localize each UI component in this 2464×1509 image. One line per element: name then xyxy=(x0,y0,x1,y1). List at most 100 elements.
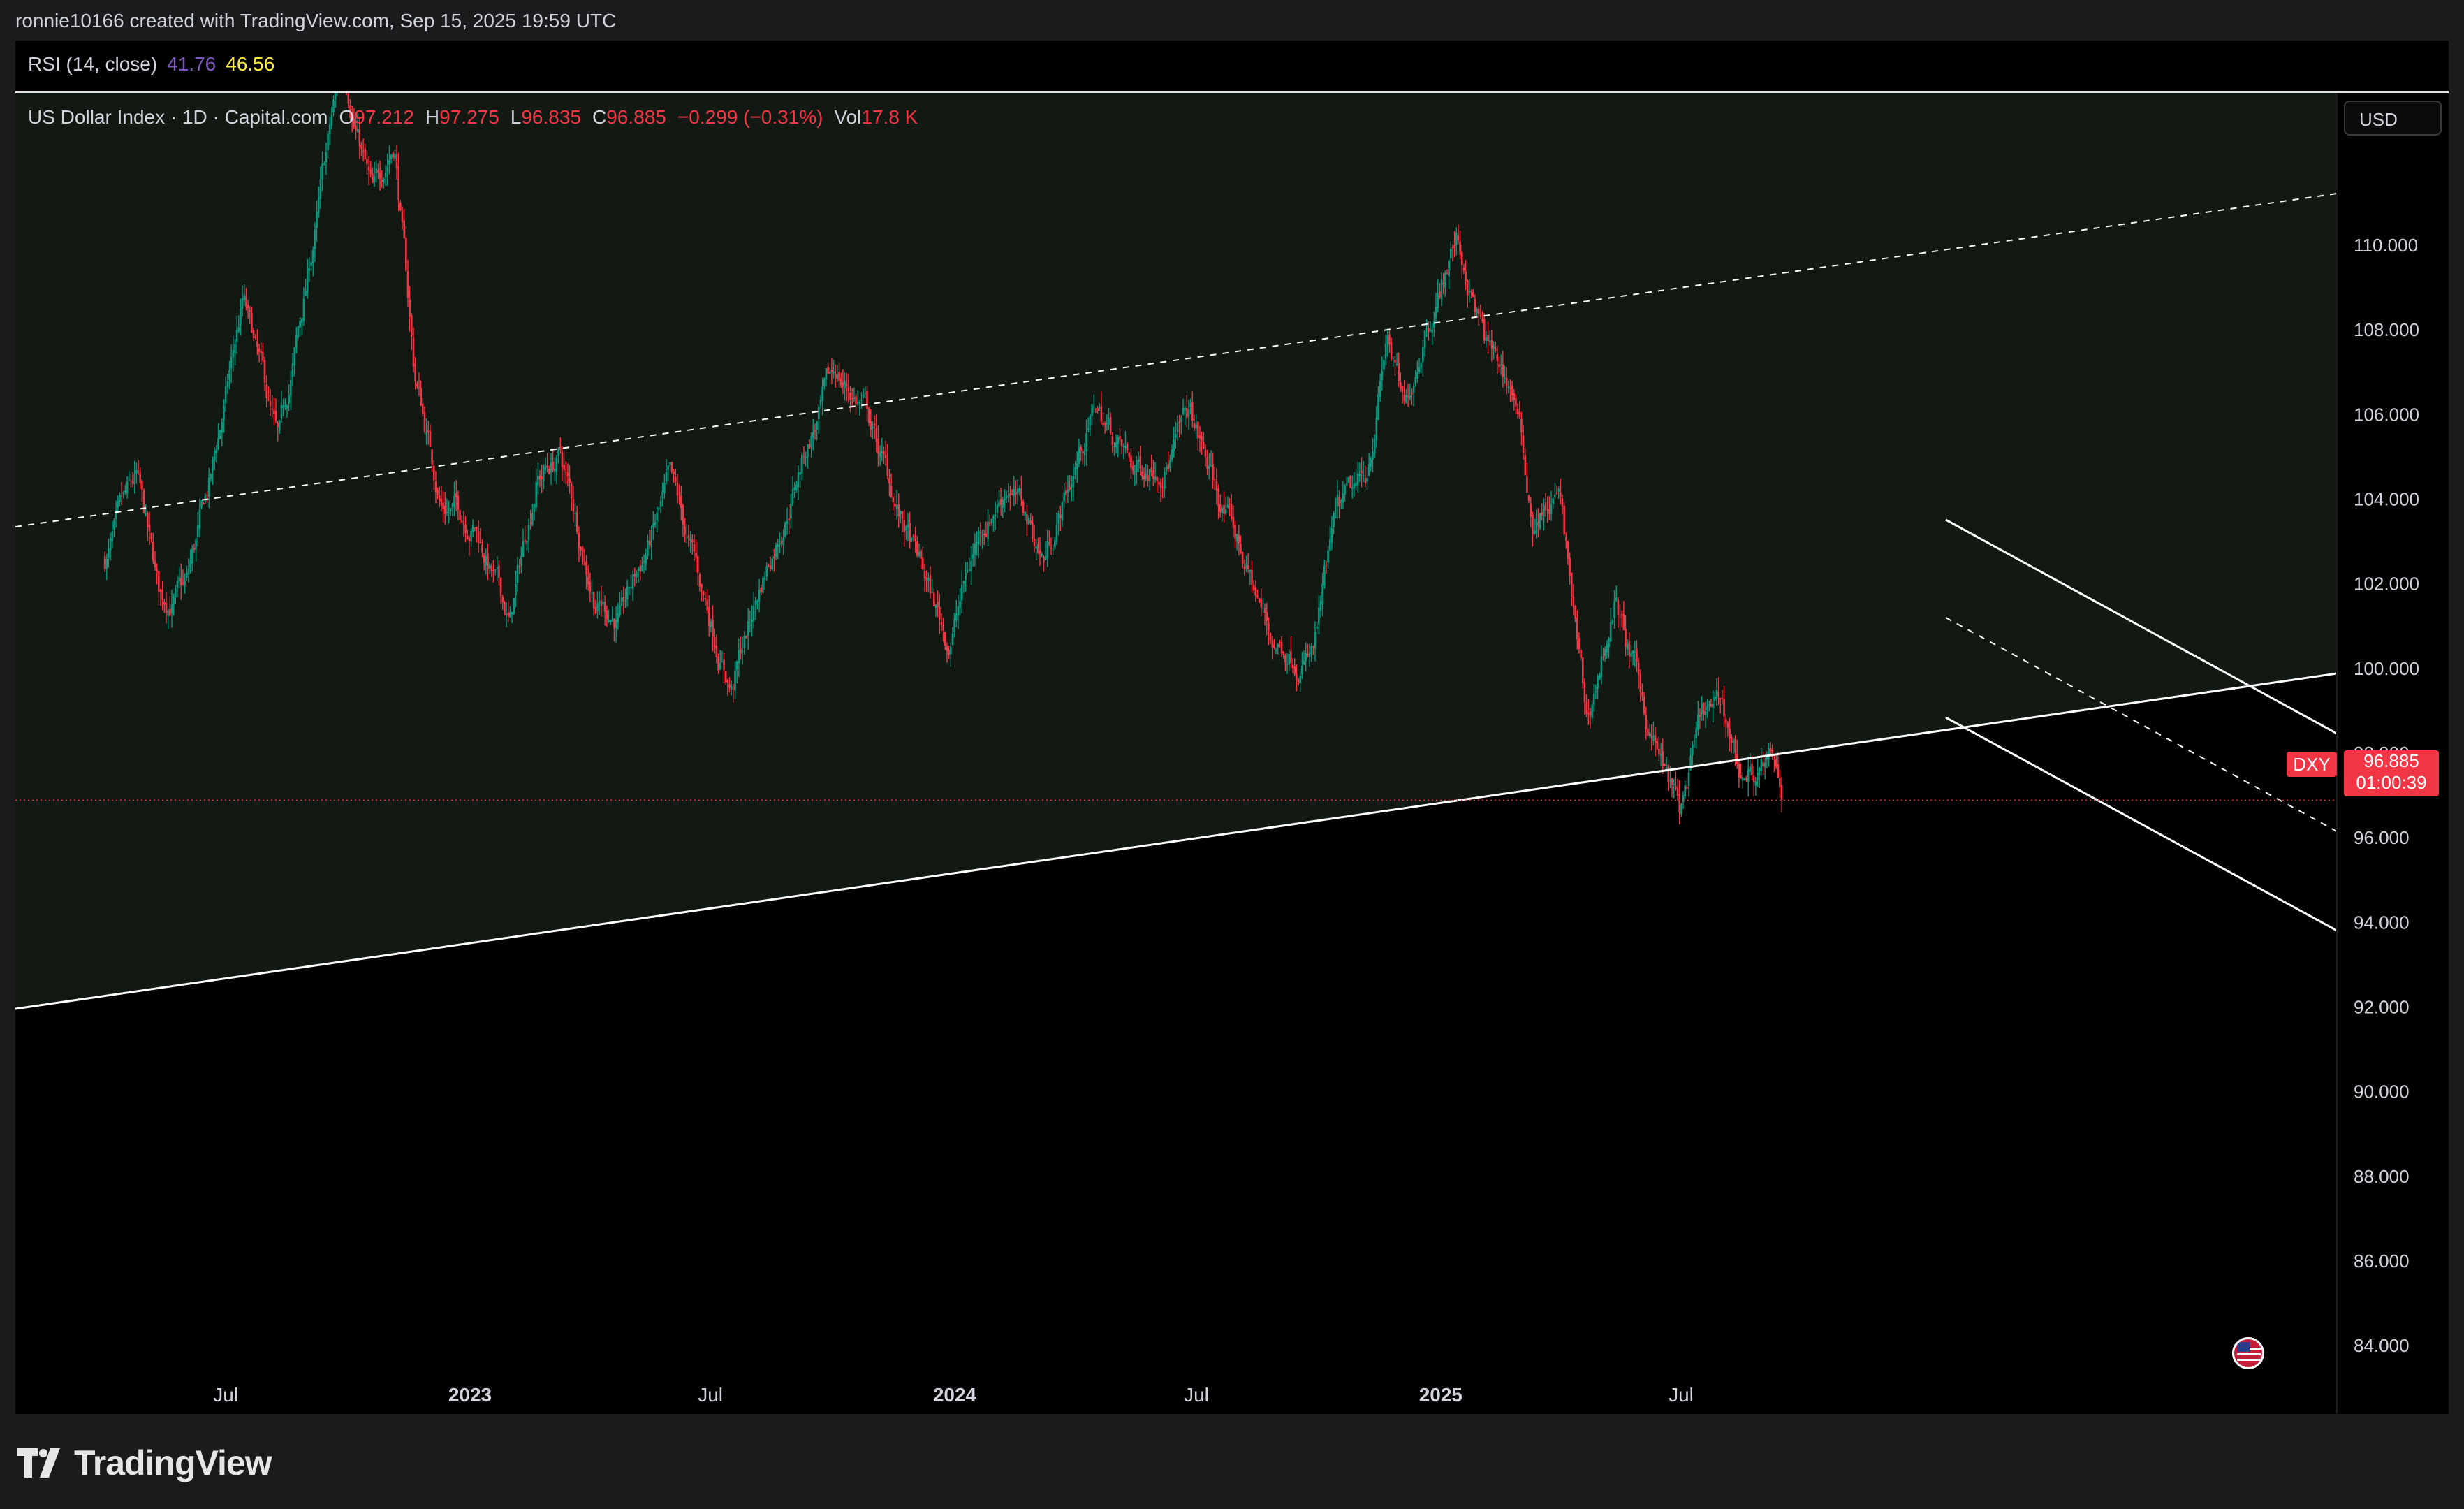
candle-body xyxy=(1422,347,1424,363)
candle-body xyxy=(1620,614,1623,616)
candle-body xyxy=(971,554,974,559)
candle-body xyxy=(754,600,757,606)
candle-body xyxy=(1221,507,1224,513)
candle-body xyxy=(1383,359,1385,370)
candle-body xyxy=(1647,728,1649,736)
candle-body xyxy=(795,484,798,490)
candle-body xyxy=(1572,597,1575,607)
candle-body xyxy=(147,513,149,527)
last-price-value: 96.885 xyxy=(2363,750,2419,771)
candle-body xyxy=(740,648,742,654)
candle-body xyxy=(490,565,493,571)
price-chart[interactable]: 110.000 108.000 106.000 104.000 102.000 100.0… xyxy=(0,0,2464,1509)
candle-body xyxy=(687,534,690,539)
candle-body xyxy=(1532,514,1534,534)
candle-body xyxy=(719,663,721,670)
candle-body xyxy=(606,610,608,620)
candle-body xyxy=(1097,408,1099,411)
candle-body xyxy=(1420,363,1423,367)
candle-body xyxy=(561,452,564,467)
candle-body xyxy=(587,577,589,585)
candle-body xyxy=(1273,644,1275,648)
tradingview-mark-icon xyxy=(17,1448,60,1478)
candle-body xyxy=(310,261,312,267)
candle-body xyxy=(1235,534,1238,542)
candle-body xyxy=(399,203,402,211)
candle-body xyxy=(1370,459,1372,467)
candle-body xyxy=(628,587,631,588)
candle-body xyxy=(1555,492,1558,495)
rsi-legend[interactable]: RSI (14, close) 41.76 46.56 xyxy=(28,53,274,75)
candle-body xyxy=(1631,650,1634,654)
candle-body xyxy=(1109,417,1112,434)
candle-body xyxy=(1345,483,1348,486)
candle-body xyxy=(1639,673,1642,692)
candle-body xyxy=(406,271,409,298)
candle-body xyxy=(446,511,448,513)
candle-body xyxy=(1721,698,1724,699)
tradingview-wordmark: TradingView xyxy=(74,1443,272,1482)
candle-body xyxy=(1537,521,1539,526)
candle-body xyxy=(1479,314,1482,317)
candle-body xyxy=(1459,241,1461,255)
currency-selector[interactable]: USD xyxy=(2344,101,2442,136)
candle-body xyxy=(1600,656,1603,678)
candle-body xyxy=(1641,692,1643,696)
candle-body xyxy=(777,544,779,547)
candle-body xyxy=(515,584,517,595)
candle-body xyxy=(581,547,584,562)
rsi-panel[interactable]: RSI (14, close) 41.76 46.56 xyxy=(15,41,2449,93)
candle-body xyxy=(1277,644,1279,648)
candle-body xyxy=(976,541,978,543)
candle-body xyxy=(886,458,889,476)
candle-body xyxy=(1229,503,1231,504)
candle-body xyxy=(793,487,795,491)
candle-body xyxy=(1407,396,1409,398)
high-label: H xyxy=(425,106,440,128)
candle-body xyxy=(643,561,645,563)
us-flag-icon[interactable] xyxy=(2232,1337,2264,1369)
symbol-legend[interactable]: US Dollar Index · 1D · Capital.com O97.21… xyxy=(28,106,918,129)
candle-body xyxy=(1546,509,1549,511)
candle-body xyxy=(1260,599,1263,608)
candle-body xyxy=(1678,793,1681,813)
candle-body xyxy=(280,404,283,419)
candle-body xyxy=(103,555,106,569)
candle-body xyxy=(1044,555,1047,560)
rsi-label: RSI (14, close) xyxy=(28,53,158,75)
channel-bottom-line[interactable] xyxy=(1945,716,2337,932)
candle-body xyxy=(1401,386,1404,392)
candle-body xyxy=(1754,781,1757,786)
candle-body xyxy=(1576,618,1578,639)
candle-body xyxy=(1215,481,1218,491)
candle-body xyxy=(1271,640,1274,648)
tradingview-logo[interactable]: TradingView xyxy=(17,1442,272,1484)
candle-body xyxy=(1712,704,1714,708)
candle-body xyxy=(411,315,413,337)
pane-separator[interactable] xyxy=(15,91,2449,93)
candle-body xyxy=(403,220,405,238)
candle-body xyxy=(1435,307,1437,319)
candle-body xyxy=(1780,785,1783,800)
candle-body xyxy=(1152,469,1154,479)
candle-body xyxy=(1013,489,1015,496)
candle-body xyxy=(1741,777,1744,781)
candle-body xyxy=(1136,460,1138,472)
candle-body xyxy=(1611,620,1614,623)
candle-body xyxy=(866,391,868,409)
candle-body xyxy=(228,370,230,380)
candle-body xyxy=(1450,249,1452,258)
candle-body xyxy=(386,166,389,173)
candle-body xyxy=(1297,679,1300,685)
candle-body xyxy=(173,597,175,605)
candle-body xyxy=(1675,786,1677,789)
candle-body xyxy=(1437,293,1439,309)
candle-body xyxy=(418,387,420,388)
candle-body xyxy=(397,166,400,201)
candle-body xyxy=(189,560,191,569)
candle-body xyxy=(1684,785,1686,797)
candle-body xyxy=(1777,764,1780,778)
candle-body xyxy=(1098,407,1101,409)
candle-body xyxy=(384,173,387,178)
candle-body xyxy=(533,504,536,513)
